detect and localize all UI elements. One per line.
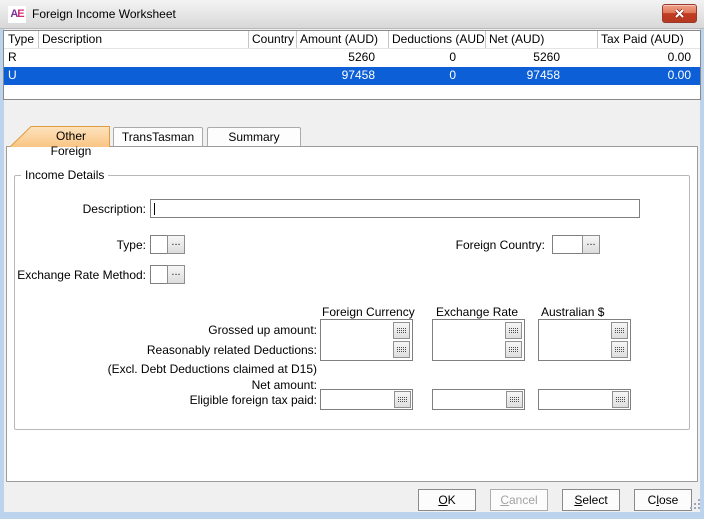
australian-dollar-amount-box: [538, 319, 631, 361]
type-label: Type:: [16, 238, 146, 253]
column-header-net: Net (AUD): [485, 31, 597, 48]
keypad-button[interactable]: [506, 391, 523, 408]
keypad-icon: [615, 328, 625, 334]
grid-header-row: Type Description Country Amount (AUD) De…: [4, 31, 700, 49]
type-browse-button[interactable]: ...: [167, 235, 185, 254]
close-dialog-button[interactable]: Close: [634, 489, 692, 511]
foreign-currency-amount-box: [320, 319, 413, 361]
description-label: Description:: [16, 202, 146, 217]
tab-summary[interactable]: Summary: [207, 127, 301, 146]
keypad-button[interactable]: [394, 391, 411, 408]
cell-country: [248, 67, 296, 85]
column-header-tax-paid: Tax Paid (AUD): [597, 31, 700, 48]
tab-label: Other Foreign: [34, 129, 108, 159]
keypad-icon: [616, 397, 626, 403]
grossed-up-amount-label: Grossed up amount:: [60, 323, 317, 338]
net-amount-label: Net amount:: [60, 378, 317, 393]
worksheet-grid: Type Description Country Amount (AUD) De…: [3, 30, 701, 100]
tab-transtasman[interactable]: TransTasman: [113, 127, 203, 146]
table-row-selected[interactable]: U 97458 0 97458 0.00: [4, 67, 700, 85]
cell-amount: 5260: [296, 49, 388, 67]
cell-tax-paid: 0.00: [597, 49, 700, 67]
keypad-icon: [397, 328, 407, 334]
eligible-foreign-currency-input[interactable]: [320, 389, 413, 410]
label-part: elect: [582, 493, 607, 507]
cell-deductions: 0: [388, 67, 485, 85]
cell-net: 97458: [485, 67, 597, 85]
ae-app-icon: AE: [8, 6, 26, 23]
resize-grip[interactable]: [690, 499, 692, 501]
exchange-rate-method-browse-button[interactable]: ...: [167, 265, 185, 284]
select-button[interactable]: Select: [562, 489, 620, 511]
cell-type: R: [4, 49, 38, 67]
text-caret: [154, 203, 155, 215]
keypad-icon: [509, 328, 519, 334]
type-input[interactable]: [150, 235, 168, 254]
description-input[interactable]: [150, 199, 640, 218]
cell-tax-paid: 0.00: [597, 67, 700, 85]
column-header-deductions: Deductions (AUD): [388, 31, 485, 48]
ellipsis-icon: ...: [171, 266, 180, 278]
excl-debt-deductions-note: (Excl. Debt Deductions claimed at D15): [60, 362, 317, 377]
eligible-exchange-rate-input[interactable]: [432, 389, 525, 410]
label-part: K: [448, 493, 456, 507]
cell-net: 5260: [485, 49, 597, 67]
exchange-rate-column-header: Exchange Rate: [436, 305, 518, 319]
exchange-rate-amount-box: [432, 319, 525, 361]
keypad-icon: [510, 397, 520, 403]
close-button[interactable]: [662, 4, 697, 23]
cell-country: [248, 49, 296, 67]
ok-button[interactable]: OK: [418, 489, 476, 511]
label-part: C: [648, 493, 657, 507]
exchange-rate-method-label: Exchange Rate Method:: [16, 268, 146, 283]
cell-type: U: [4, 67, 38, 85]
foreign-currency-column-header: Foreign Currency: [322, 305, 415, 319]
cell-description: [38, 67, 248, 85]
keypad-icon: [398, 397, 408, 403]
cancel-button: Cancel: [490, 489, 548, 511]
foreign-income-worksheet-dialog: AE Foreign Income Worksheet Type Descrip…: [0, 0, 704, 519]
column-header-type: Type: [4, 31, 38, 48]
label-part: O: [438, 493, 447, 507]
column-header-description: Description: [38, 31, 248, 48]
table-row[interactable]: R 5260 0 5260 0.00: [4, 49, 700, 67]
keypad-icon: [397, 347, 407, 353]
label-part: C: [500, 493, 509, 507]
keypad-button[interactable]: [505, 341, 522, 358]
australian-dollar-column-header: Australian $: [541, 305, 604, 319]
foreign-country-label: Foreign Country:: [420, 238, 545, 253]
reasonably-related-deductions-label: Reasonably related Deductions:: [60, 343, 317, 358]
tab-other-foreign[interactable]: Other Foreign: [10, 126, 110, 147]
keypad-button[interactable]: [612, 391, 629, 408]
eligible-australian-input[interactable]: [538, 389, 631, 410]
income-details-title: Income Details: [21, 168, 108, 182]
keypad-button[interactable]: [611, 322, 628, 339]
keypad-icon: [509, 347, 519, 353]
close-icon: [673, 8, 686, 19]
exchange-rate-method-input[interactable]: [150, 265, 168, 284]
foreign-country-input[interactable]: [552, 235, 583, 254]
column-header-country: Country: [248, 31, 296, 48]
keypad-icon: [615, 347, 625, 353]
label-part: ancel: [509, 493, 538, 507]
foreign-country-browse-button[interactable]: ...: [582, 235, 600, 254]
cell-description: [38, 49, 248, 67]
column-header-amount: Amount (AUD): [296, 31, 388, 48]
label-part: S: [574, 493, 582, 507]
ae-icon-letter-e: E: [17, 8, 23, 20]
keypad-button[interactable]: [393, 322, 410, 339]
keypad-button[interactable]: [505, 322, 522, 339]
cell-deductions: 0: [388, 49, 485, 67]
ellipsis-icon: ...: [586, 236, 595, 248]
window-title: Foreign Income Worksheet: [32, 7, 176, 22]
title-bar: AE Foreign Income Worksheet: [0, 0, 704, 29]
eligible-foreign-tax-paid-label: Eligible foreign tax paid:: [60, 393, 317, 408]
keypad-button[interactable]: [393, 341, 410, 358]
ellipsis-icon: ...: [171, 236, 180, 248]
label-part: ose: [659, 493, 678, 507]
cell-amount: 97458: [296, 67, 388, 85]
keypad-button[interactable]: [611, 341, 628, 358]
